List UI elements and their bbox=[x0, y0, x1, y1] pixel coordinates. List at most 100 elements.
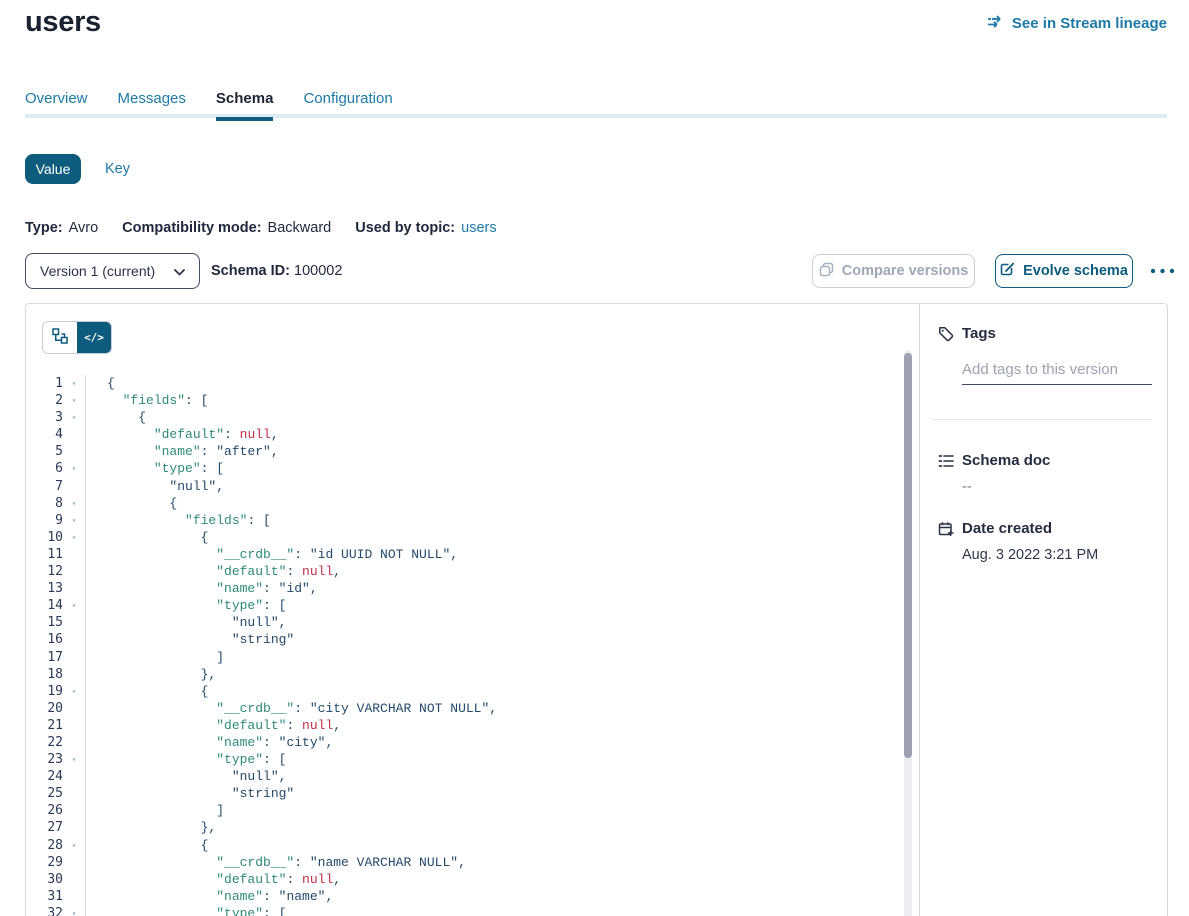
code-text: "null", bbox=[86, 614, 286, 631]
code-line: 25 "string" bbox=[26, 785, 902, 802]
fold-spacer bbox=[63, 819, 85, 836]
line-number: 7 bbox=[26, 478, 63, 495]
code-text: "name": "id", bbox=[86, 580, 318, 597]
line-number: 6 bbox=[26, 460, 63, 477]
code-text: "name": "name", bbox=[86, 888, 333, 905]
tags-section: Tags bbox=[938, 325, 1152, 385]
code-view-icon: </> bbox=[84, 331, 104, 344]
fold-toggle-icon[interactable]: ▾ bbox=[63, 460, 85, 477]
editor-scrollbar-thumb[interactable] bbox=[904, 353, 912, 758]
fold-spacer bbox=[63, 700, 85, 717]
code-line: 1▾{ bbox=[26, 375, 902, 392]
schema-doc-value: -- bbox=[962, 479, 1152, 495]
code-view-button[interactable]: </> bbox=[77, 322, 111, 353]
code-line: 19▾ { bbox=[26, 683, 902, 700]
tree-view-button[interactable] bbox=[43, 322, 77, 353]
code-line: 2▾ "fields": [ bbox=[26, 392, 902, 409]
fold-spacer bbox=[63, 888, 85, 905]
stream-lineage-link[interactable]: See in Stream lineage bbox=[987, 15, 1167, 32]
editor-scrollbar[interactable] bbox=[904, 350, 912, 916]
fold-toggle-icon[interactable]: ▾ bbox=[63, 529, 85, 546]
value-toggle-button[interactable]: Value bbox=[25, 154, 81, 184]
key-toggle-button[interactable]: Key bbox=[105, 161, 130, 177]
line-number: 20 bbox=[26, 700, 63, 717]
code-text: }, bbox=[86, 666, 216, 683]
code-line: 12 "default": null, bbox=[26, 563, 902, 580]
fold-spacer bbox=[63, 614, 85, 631]
used-by-topic-link[interactable]: users bbox=[461, 220, 496, 236]
tab-messages[interactable]: Messages bbox=[118, 90, 186, 114]
fold-toggle-icon[interactable]: ▾ bbox=[63, 512, 85, 529]
line-number: 26 bbox=[26, 802, 63, 819]
line-number: 12 bbox=[26, 563, 63, 580]
schema-part-toggle: Value Key bbox=[25, 154, 130, 184]
line-number: 16 bbox=[26, 631, 63, 648]
fold-toggle-icon[interactable]: ▾ bbox=[63, 683, 85, 700]
fold-spacer bbox=[63, 768, 85, 785]
copy-icon bbox=[819, 262, 834, 281]
line-number: 15 bbox=[26, 614, 63, 631]
fold-toggle-icon[interactable]: ▾ bbox=[63, 597, 85, 614]
date-created-value: Aug. 3 2022 3:21 PM bbox=[962, 547, 1152, 563]
code-text: "fields": [ bbox=[86, 392, 208, 409]
date-created-title: Date created bbox=[962, 520, 1052, 537]
fold-spacer bbox=[63, 666, 85, 683]
compatibility-label: Compatibility mode: bbox=[122, 220, 261, 236]
code-line: 29 "__crdb__": "name VARCHAR NULL", bbox=[26, 854, 902, 871]
type-value: Avro bbox=[69, 220, 99, 236]
fold-toggle-icon[interactable]: ▾ bbox=[63, 495, 85, 512]
sidebar-divider bbox=[932, 419, 1152, 420]
line-number: 18 bbox=[26, 666, 63, 683]
tag-icon bbox=[938, 326, 954, 342]
code-line: 16 "string" bbox=[26, 631, 902, 648]
schema-doc-section: Schema doc -- bbox=[938, 452, 1152, 495]
tab-overview[interactable]: Overview bbox=[25, 90, 88, 114]
line-number: 28 bbox=[26, 837, 63, 854]
code-text: ] bbox=[86, 649, 224, 666]
fold-toggle-icon[interactable]: ▾ bbox=[63, 409, 85, 426]
code-line: 8▾ { bbox=[26, 495, 902, 512]
code-text: "fields": [ bbox=[86, 512, 271, 529]
code-line: 18 }, bbox=[26, 666, 902, 683]
code-text: "null", bbox=[86, 478, 224, 495]
tab-schema[interactable]: Schema bbox=[216, 90, 274, 114]
fold-toggle-icon[interactable]: ▾ bbox=[63, 375, 85, 392]
stream-lineage-icon bbox=[987, 15, 1005, 32]
line-number: 25 bbox=[26, 785, 63, 802]
code-line: 6▾ "type": [ bbox=[26, 460, 902, 477]
line-number: 8 bbox=[26, 495, 63, 512]
date-created-section: Date created Aug. 3 2022 3:21 PM bbox=[938, 520, 1152, 563]
fold-toggle-icon[interactable]: ▾ bbox=[63, 837, 85, 854]
line-number: 21 bbox=[26, 717, 63, 734]
fold-spacer bbox=[63, 785, 85, 802]
line-number: 30 bbox=[26, 871, 63, 888]
code-line: 20 "__crdb__": "city VARCHAR NOT NULL", bbox=[26, 700, 902, 717]
line-number: 24 bbox=[26, 768, 63, 785]
code-text: "name": "after", bbox=[86, 443, 279, 460]
evolve-schema-button[interactable]: Evolve schema bbox=[995, 254, 1133, 288]
code-line: 7 "null", bbox=[26, 478, 902, 495]
add-tags-input[interactable] bbox=[962, 359, 1152, 385]
tab-configuration[interactable]: Configuration bbox=[303, 90, 392, 114]
line-number: 1 bbox=[26, 375, 63, 392]
fold-toggle-icon[interactable]: ▾ bbox=[63, 392, 85, 409]
schema-id: Schema ID: 100002 bbox=[211, 263, 342, 279]
code-text: { bbox=[86, 409, 146, 426]
more-actions-button[interactable] bbox=[1146, 258, 1179, 281]
code-line: 17 ] bbox=[26, 649, 902, 666]
stream-lineage-label: See in Stream lineage bbox=[1012, 15, 1167, 32]
fold-toggle-icon[interactable]: ▾ bbox=[63, 905, 85, 916]
fold-spacer bbox=[63, 478, 85, 495]
schema-code-editor: 1▾{2▾ "fields": [3▾ {4 "default": null,5… bbox=[26, 375, 902, 916]
code-line: 27 }, bbox=[26, 819, 902, 836]
code-line: 24 "null", bbox=[26, 768, 902, 785]
code-text: "name": "city", bbox=[86, 734, 333, 751]
fold-toggle-icon[interactable]: ▾ bbox=[63, 751, 85, 768]
fold-spacer bbox=[63, 426, 85, 443]
compare-versions-button[interactable]: Compare versions bbox=[812, 254, 975, 288]
tags-title: Tags bbox=[962, 325, 996, 342]
fold-spacer bbox=[63, 580, 85, 597]
code-line: 21 "default": null, bbox=[26, 717, 902, 734]
line-number: 22 bbox=[26, 734, 63, 751]
version-select[interactable]: Version 1 (current) bbox=[25, 253, 200, 289]
